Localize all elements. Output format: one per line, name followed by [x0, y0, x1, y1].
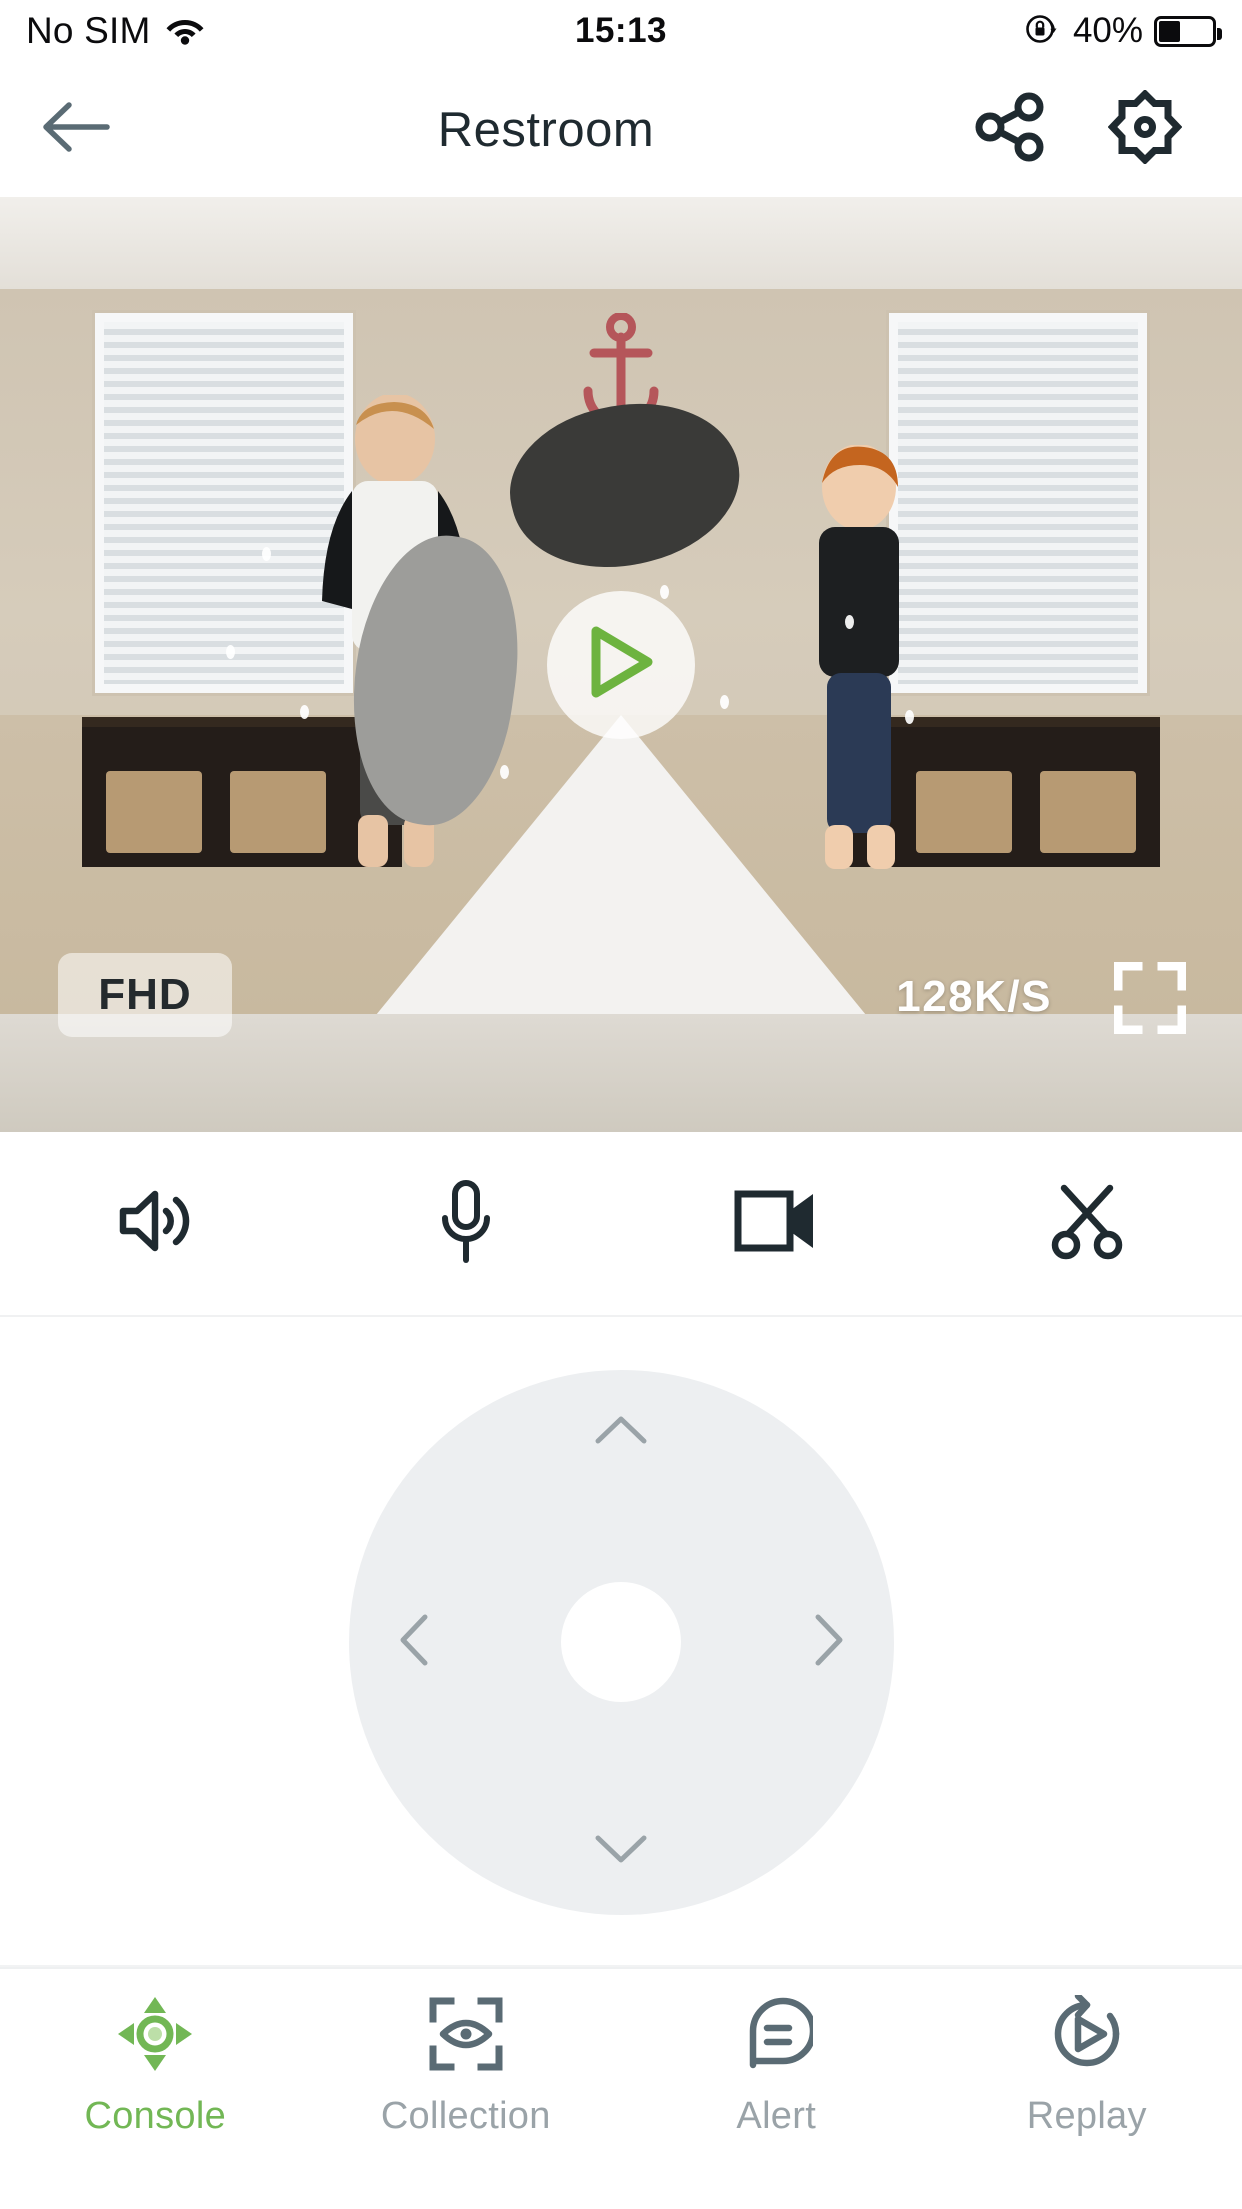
- back-arrow-icon: [39, 98, 111, 161]
- play-button[interactable]: [547, 590, 695, 739]
- ptz-right-button[interactable]: [798, 1611, 860, 1673]
- share-button[interactable]: [964, 84, 1056, 176]
- ptz-center-button[interactable]: [561, 1582, 681, 1702]
- chevron-down-icon: [593, 1831, 649, 1872]
- ptz-control-area: [0, 1319, 1242, 1967]
- snapshot-button[interactable]: [932, 1182, 1242, 1265]
- media-toolbar: [0, 1132, 1242, 1317]
- eye-focus-frame-icon: [427, 1995, 505, 2073]
- fullscreen-expand-icon: [1113, 961, 1187, 1038]
- person-right: [777, 444, 942, 875]
- tab-replay-label: Replay: [1026, 2095, 1147, 2137]
- battery-icon: [1154, 15, 1222, 47]
- page-title: Restroom: [437, 102, 655, 157]
- chevron-up-icon: [593, 1412, 649, 1453]
- bitrate-label: 128K/S: [896, 972, 1052, 1021]
- replay-circular-arrow-icon: [1048, 1995, 1126, 2073]
- scissors-icon: [1048, 1182, 1126, 1265]
- back-button[interactable]: [0, 98, 150, 161]
- ptz-down-button[interactable]: [590, 1821, 652, 1883]
- status-bar: No SIM 15:13 40%: [0, 0, 1242, 62]
- record-button[interactable]: [621, 1188, 932, 1259]
- tab-console[interactable]: Console: [0, 1995, 311, 2209]
- chevron-left-icon: [396, 1612, 432, 1673]
- video-letterbox-top: [0, 197, 1242, 289]
- speaker-button[interactable]: [0, 1185, 311, 1262]
- play-triangle-icon: [585, 623, 657, 706]
- carrier-label: No SIM: [26, 10, 151, 51]
- status-bar-left: No SIM: [26, 10, 205, 52]
- fullscreen-button[interactable]: [1113, 961, 1187, 1035]
- video-camera-icon: [733, 1188, 819, 1259]
- tab-collection-label: Collection: [380, 2095, 551, 2137]
- chevron-right-icon: [811, 1612, 847, 1673]
- ptz-dpad[interactable]: [348, 1369, 894, 1915]
- tab-alert[interactable]: Alert: [621, 1995, 932, 2209]
- tab-console-label: Console: [84, 2095, 227, 2137]
- video-player[interactable]: FHD 128K/S: [0, 197, 1242, 1132]
- tab-alert-label: Alert: [736, 2095, 817, 2137]
- clock-label: 15:13: [574, 11, 668, 50]
- speaker-volume-icon: [113, 1185, 197, 1262]
- tab-collection[interactable]: Collection: [311, 1995, 622, 2209]
- settings-button[interactable]: [1099, 84, 1191, 176]
- ptz-up-button[interactable]: [590, 1402, 652, 1464]
- wifi-icon: [165, 13, 205, 50]
- header-actions: [942, 84, 1242, 176]
- microphone-button[interactable]: [311, 1178, 622, 1269]
- bottom-navigation: Console Collection Alert Replay: [0, 1967, 1242, 2209]
- rotation-lock-icon: [1022, 9, 1062, 54]
- tab-replay[interactable]: Replay: [932, 1995, 1242, 2209]
- microphone-icon: [435, 1178, 497, 1269]
- status-bar-right: 40%: [1022, 9, 1222, 54]
- battery-percent-label: 40%: [1072, 11, 1143, 50]
- settings-gear-icon: [1107, 89, 1182, 169]
- share-icon: [974, 91, 1046, 168]
- ptz-left-button[interactable]: [383, 1611, 445, 1673]
- speech-bubble-icon: [737, 1995, 815, 2073]
- video-quality-badge[interactable]: FHD: [58, 953, 232, 1037]
- app-header: Restroom: [0, 62, 1242, 197]
- app-screen: No SIM 15:13 40% Restroom FHD 128K/S Con…: [0, 0, 1242, 2209]
- dpad-joystick-icon: [116, 1995, 194, 2073]
